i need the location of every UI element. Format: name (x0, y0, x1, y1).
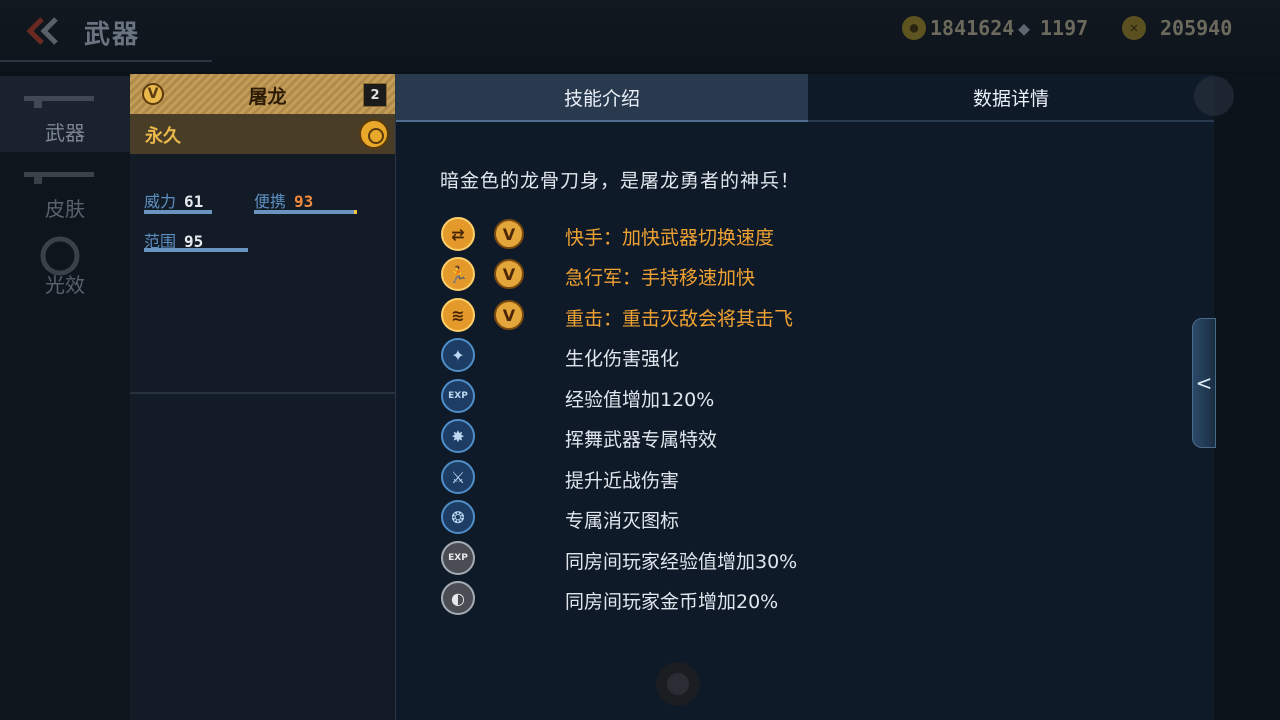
tokens-value: 205940 (1160, 16, 1233, 40)
stat-portability-value: 93 (294, 192, 314, 211)
coin-icon: ● (902, 16, 926, 40)
tab-skill-intro[interactable]: 技能介绍 (396, 74, 808, 122)
skill-text: 快手：加快武器切换速度 (565, 227, 775, 249)
clock-icon (359, 119, 389, 149)
currency-tokens: ✕ 205940 (1122, 16, 1232, 40)
nav-item-skin-label: 皮肤 (45, 197, 85, 221)
stat-power-bar (144, 210, 212, 214)
stat-power-label: 威力 (144, 192, 177, 211)
skill-row: ⚔ 提升近战伤害 (440, 459, 1040, 495)
skill-row: EXP 同房间玩家经验值增加30% (440, 540, 1040, 576)
nav-item-effect[interactable]: 光效 (0, 228, 130, 304)
weapon-level-badge: 2 (363, 83, 387, 107)
stat-range-bar (144, 248, 248, 252)
run-icon: 🏃 (441, 257, 475, 291)
tab-data-details[interactable]: 数据详情 (808, 74, 1214, 122)
bio-damage-icon: ✦ (441, 338, 475, 372)
skill-row: ✦ 生化伤害强化 (440, 337, 1040, 373)
stat-portability: 便携 93 (254, 188, 313, 212)
token-icon: ✕ (1122, 16, 1146, 40)
exp-icon: EXP (441, 379, 475, 413)
skill-text: 挥舞武器专属特效 (565, 429, 718, 451)
swap-icon: ⇄ (441, 217, 475, 251)
room-coin-icon: ◐ (441, 581, 475, 615)
nav-item-weapon[interactable]: 武器 (0, 76, 130, 152)
v-badge-icon: V (494, 259, 524, 289)
top-bar: 武器 ● 1841624 ◆ 1197 ✕ 205940 (0, 0, 1280, 72)
skill-detail-panel: 技能介绍 数据详情 暗金色的龙骨刀身，是屠龙勇者的神兵！ ⇄ V 快手：加快武器… (396, 74, 1214, 720)
weapon-duration: 永久 (145, 126, 181, 147)
skill-row: EXP 经验值增加120% (440, 378, 1040, 414)
skill-row: ≋ V 重击：重击灭敌会将其击飞 (440, 297, 1040, 333)
skill-text: 重击：重击灭敌会将其击飞 (565, 308, 794, 330)
stat-portability-label: 便携 (254, 192, 287, 211)
collapse-panel-button[interactable]: < (1192, 318, 1216, 448)
lens-icon (40, 236, 80, 276)
stat-power-value: 61 (184, 192, 204, 211)
right-background (1214, 74, 1280, 720)
skill-row: 🏃 V 急行军：手持移速加快 (440, 256, 1040, 292)
skill-text: 提升近战伤害 (565, 470, 680, 492)
room-exp-icon: EXP (441, 541, 475, 575)
skill-row: ✸ 挥舞武器专属特效 (440, 418, 1040, 454)
page-indicator-icon (656, 662, 700, 706)
skill-row: ❂ 专属消灭图标 (440, 499, 1040, 535)
nav-item-weapon-label: 武器 (45, 121, 85, 145)
diamond-icon: ◆ (1017, 16, 1031, 40)
settings-icon[interactable] (1194, 76, 1234, 116)
weapon-header: V 屠龙 2 (130, 74, 395, 114)
v-badge-icon: V (494, 300, 524, 330)
skill-text: 经验值增加120% (565, 389, 715, 411)
skill-text: 急行军：手持移速加快 (565, 267, 756, 289)
weapon-info-panel: V 屠龙 2 永久 威力 61 便携 93 范围 95 (130, 74, 396, 720)
swing-effect-icon: ✸ (441, 419, 475, 453)
stat-power: 威力 61 (144, 188, 203, 212)
skill-text: 同房间玩家经验值增加30% (565, 551, 798, 573)
skill-text: 专属消灭图标 (565, 510, 680, 532)
stat-portability-bonus (354, 210, 357, 214)
stat-portability-bar (254, 210, 354, 214)
page-title: 武器 (84, 20, 141, 50)
impact-icon: ≋ (441, 298, 475, 332)
skill-row: ◐ 同房间玩家金币增加20% (440, 580, 1040, 616)
v-badge-icon: V (494, 219, 524, 249)
skill-text: 同房间玩家金币增加20% (565, 591, 779, 613)
panel-divider (130, 392, 395, 394)
diamonds-value: 1197 (1040, 16, 1089, 40)
double-chevron-left-icon[interactable] (26, 16, 62, 46)
kill-icon: ❂ (441, 500, 475, 534)
weapon-description: 暗金色的龙骨刀身，是屠龙勇者的神兵！ (440, 170, 801, 192)
skill-text: 生化伤害强化 (565, 348, 680, 370)
title-divider (0, 60, 212, 62)
weapon-duration-bar: 永久 (130, 114, 395, 154)
left-nav: 武器 皮肤 光效 (0, 76, 130, 720)
currency-coins: ● 1841624 (902, 16, 1014, 40)
currency-diamonds: ◆ 1197 (1012, 16, 1088, 40)
melee-icon: ⚔ (441, 460, 475, 494)
nav-item-skin[interactable]: 皮肤 (0, 152, 130, 228)
coins-value: 1841624 (930, 16, 1015, 40)
skill-row: ⇄ V 快手：加快武器切换速度 (440, 216, 1040, 252)
rifle-icon (24, 172, 94, 184)
rifle-icon (24, 96, 94, 108)
